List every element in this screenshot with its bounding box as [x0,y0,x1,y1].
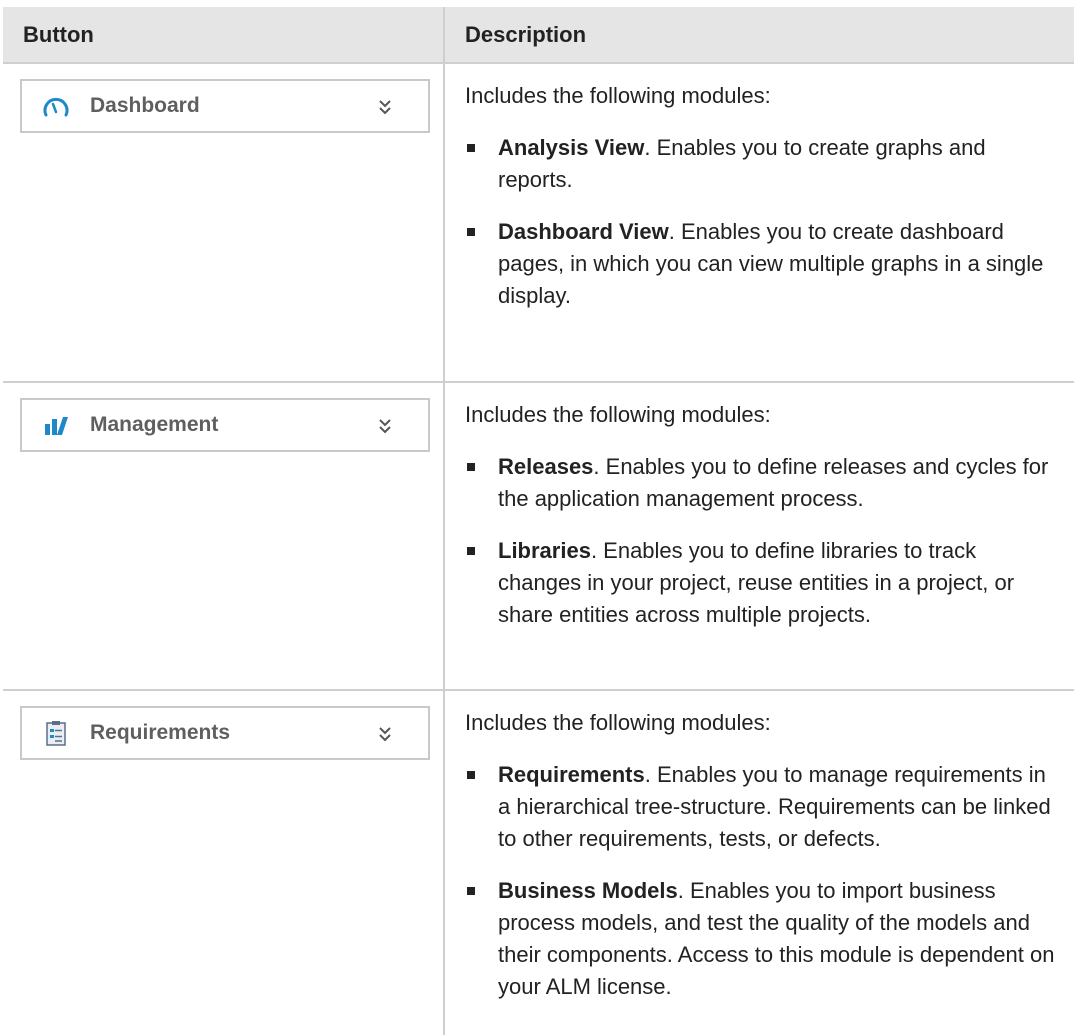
management-label: Management [90,413,219,436]
list-item: Analysis View. Enables you to create gra… [465,132,1060,196]
button-cell: Management [3,382,445,691]
requirements-button[interactable]: Requirements [20,706,430,760]
requirements-label: Requirements [90,721,231,744]
requirements-clipboard-icon [42,719,70,747]
description-intro: Includes the following modules: [465,710,771,735]
management-button[interactable]: Management [20,398,430,452]
bullet-icon [467,547,475,555]
dashboard-label: Dashboard [90,94,200,117]
description-cell: Includes the following modules: Releases… [444,382,1074,691]
module-term: Dashboard View [498,219,669,244]
table-row-management: Management Includes the following module… [3,382,1074,691]
bullet-icon [467,228,475,236]
bullet-icon [467,771,475,779]
description-cell: Includes the following modules: Requirem… [444,690,1074,1035]
module-term: Analysis View [498,135,645,160]
bullet-icon [467,463,475,471]
chevron-down-double-icon [378,414,392,434]
table-header-row: Button Description [3,7,1074,64]
dashboard-button[interactable]: Dashboard [20,79,430,133]
bullet-icon [467,144,475,152]
module-list: Releases. Enables you to define releases… [465,451,1060,631]
module-term: Requirements [498,762,645,787]
management-chart-icon [42,411,70,439]
modules-table: Button Description Dashboard Includes th… [3,7,1074,1035]
list-item: Libraries. Enables you to define librari… [465,535,1060,631]
description-intro: Includes the following modules: [465,402,771,427]
module-term: Business Models [498,878,678,903]
button-cell: Requirements [3,690,445,1035]
header-description: Description [444,7,1074,64]
chevron-down-double-icon [378,722,392,742]
list-item: Dashboard View. Enables you to create da… [465,216,1060,312]
button-cell: Dashboard [3,63,445,383]
module-list: Requirements. Enables you to manage requ… [465,759,1060,1003]
description-intro: Includes the following modules: [465,83,771,108]
dashboard-gauge-icon [42,92,70,120]
bullet-icon [467,887,475,895]
list-item: Requirements. Enables you to manage requ… [465,759,1060,855]
module-list: Analysis View. Enables you to create gra… [465,132,1060,312]
chevron-down-double-icon [378,95,392,115]
description-cell: Includes the following modules: Analysis… [444,63,1074,383]
table-row-dashboard: Dashboard Includes the following modules… [3,63,1074,383]
list-item: Releases. Enables you to define releases… [465,451,1060,515]
module-term: Libraries [498,538,591,563]
list-item: Business Models. Enables you to import b… [465,875,1060,1003]
module-term: Releases [498,454,594,479]
header-button: Button [3,7,445,64]
table-row-requirements: Requirements Includes the following modu… [3,690,1074,1035]
